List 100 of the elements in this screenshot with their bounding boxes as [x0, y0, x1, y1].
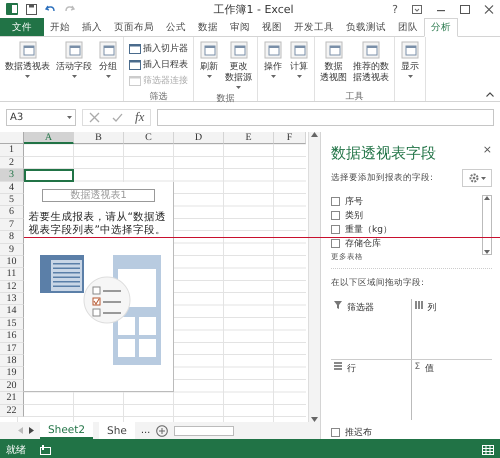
- row-header[interactable]: 10: [0, 256, 24, 268]
- ribbon-tab[interactable]: 开始: [44, 18, 76, 36]
- ribbon-tab[interactable]: 负载测试: [340, 18, 392, 36]
- ribbon-tab[interactable]: 审阅: [224, 18, 256, 36]
- close-icon[interactable]: [484, 4, 494, 14]
- ribbon-tab[interactable]: 文件: [0, 18, 44, 36]
- settings-button[interactable]: [462, 169, 492, 187]
- row-header[interactable]: 20: [0, 380, 24, 392]
- group-label: 工具: [344, 90, 364, 101]
- row-header[interactable]: 7: [0, 218, 24, 232]
- row-header[interactable]: 21: [0, 392, 24, 405]
- ribbon-button[interactable]: 插入切片器: [127, 42, 190, 55]
- add-sheet-icon[interactable]: [156, 424, 168, 436]
- window-title: 工作簿1 - Excel: [212, 2, 295, 16]
- save-icon[interactable]: [26, 4, 37, 14]
- close-button[interactable]: ×: [482, 143, 492, 156]
- ribbon-button[interactable]: 活动字段: [54, 39, 94, 90]
- ribbon-button[interactable]: 分组: [96, 39, 120, 90]
- scroll-up-icon[interactable]: [311, 132, 318, 137]
- row-header[interactable]: 14: [0, 305, 24, 318]
- row-header[interactable]: 5: [0, 194, 24, 206]
- checkbox[interactable]: [331, 197, 340, 206]
- name-box[interactable]: A3: [6, 108, 76, 126]
- row-header[interactable]: 3: [0, 169, 24, 182]
- row-header[interactable]: 19: [0, 367, 24, 380]
- check-icon[interactable]: [112, 112, 123, 122]
- selected-cell[interactable]: [24, 169, 74, 182]
- ribbon-tab[interactable]: 公式: [160, 18, 192, 36]
- row-header[interactable]: 8: [0, 231, 24, 244]
- column-header[interactable]: F: [274, 132, 306, 144]
- ribbon-tab[interactable]: 开发工具: [288, 18, 340, 36]
- ribbon-button[interactable]: 插入日程表: [127, 58, 190, 71]
- drop-area[interactable]: 筛选器: [331, 299, 412, 360]
- column-header[interactable]: C: [124, 132, 174, 144]
- maximize-icon[interactable]: [460, 4, 470, 14]
- ribbon-button[interactable]: 数据 透视图: [318, 39, 349, 90]
- row-header[interactable]: 18: [0, 355, 24, 368]
- row-header[interactable]: 2: [0, 156, 24, 170]
- column-header[interactable]: A: [24, 132, 74, 144]
- ribbon-button[interactable]: 数据透视表: [3, 39, 52, 90]
- column-header[interactable]: E: [224, 132, 274, 144]
- columns-icon: [414, 301, 422, 309]
- ribbon-tab[interactable]: 分析: [424, 18, 458, 37]
- caret-icon: [236, 86, 241, 89]
- ribbon-button[interactable]: 刷新: [197, 39, 221, 92]
- pivot-table-title: 数据透视表1: [42, 188, 155, 202]
- ribbon-button[interactable]: 更改 数据源: [223, 39, 254, 92]
- row-header[interactable]: 9: [0, 244, 24, 256]
- undo-icon[interactable]: [45, 4, 56, 14]
- sheet-tab[interactable]: She: [99, 422, 135, 439]
- row-header[interactable]: 4: [0, 182, 24, 194]
- filter-icon: [334, 301, 342, 309]
- row-header[interactable]: 16: [0, 330, 24, 343]
- formula-field[interactable]: [157, 108, 494, 126]
- ribbon-button[interactable]: 计算: [287, 39, 311, 90]
- caret-icon: [408, 75, 412, 78]
- drop-area[interactable]: Σ 值: [412, 360, 492, 420]
- row-header[interactable]: 1: [0, 144, 24, 157]
- horizontal-scrollbar[interactable]: [174, 426, 234, 436]
- ribbon-tab[interactable]: 插入: [76, 18, 108, 36]
- field-list-scrollbar[interactable]: [482, 195, 492, 255]
- drop-area[interactable]: 列: [412, 299, 492, 360]
- ribbon-tab[interactable]: 数据: [192, 18, 224, 36]
- scroll-up-icon[interactable]: [484, 196, 490, 200]
- insert-function-button[interactable]: fx: [135, 109, 144, 125]
- ribbon-button[interactable]: 显示: [398, 39, 422, 90]
- field-prompt: 选择要添加到报表的字段:: [331, 172, 433, 184]
- ribbon-tab[interactable]: 视图: [256, 18, 288, 36]
- checkbox[interactable]: [331, 239, 340, 248]
- drop-area[interactable]: 行: [331, 360, 412, 420]
- ribbon-tab[interactable]: 团队: [392, 18, 424, 36]
- vertical-scrollbar[interactable]: [308, 132, 320, 422]
- checkbox[interactable]: [331, 225, 340, 234]
- help-button[interactable]: ?: [392, 2, 398, 16]
- checkbox[interactable]: [331, 211, 340, 220]
- caret-icon[interactable]: [67, 116, 72, 118]
- ribbon-display-icon[interactable]: [412, 4, 422, 14]
- ribbon-tab[interactable]: 页面布局: [108, 18, 160, 36]
- row-header[interactable]: 17: [0, 342, 24, 356]
- row-header[interactable]: 15: [0, 318, 24, 330]
- row-header[interactable]: 13: [0, 293, 24, 306]
- column-header[interactable]: B: [74, 132, 124, 144]
- row-header[interactable]: 11: [0, 268, 24, 281]
- row-header[interactable]: 22: [0, 404, 24, 417]
- group-label: 筛选: [148, 90, 168, 101]
- scroll-down-icon[interactable]: [484, 250, 490, 254]
- column-header[interactable]: D: [174, 132, 224, 144]
- sheet-tab[interactable]: Sheet2: [40, 422, 94, 439]
- checkbox[interactable]: [331, 428, 340, 437]
- collapse-ribbon-icon[interactable]: [486, 92, 494, 97]
- row-header[interactable]: 12: [0, 280, 24, 294]
- more-sheets-button[interactable]: ...: [140, 425, 150, 436]
- caret-icon: [480, 176, 486, 180]
- ribbon-button[interactable]: 操作: [261, 39, 285, 90]
- area-label: 行: [347, 363, 356, 375]
- next-sheet-icon[interactable]: [29, 427, 34, 434]
- normal-view-icon[interactable]: [482, 444, 494, 454]
- row-header[interactable]: 6: [0, 206, 24, 219]
- sigma-icon: Σ: [414, 362, 420, 372]
- ribbon-button[interactable]: 推荐的数 据透视表: [351, 39, 391, 90]
